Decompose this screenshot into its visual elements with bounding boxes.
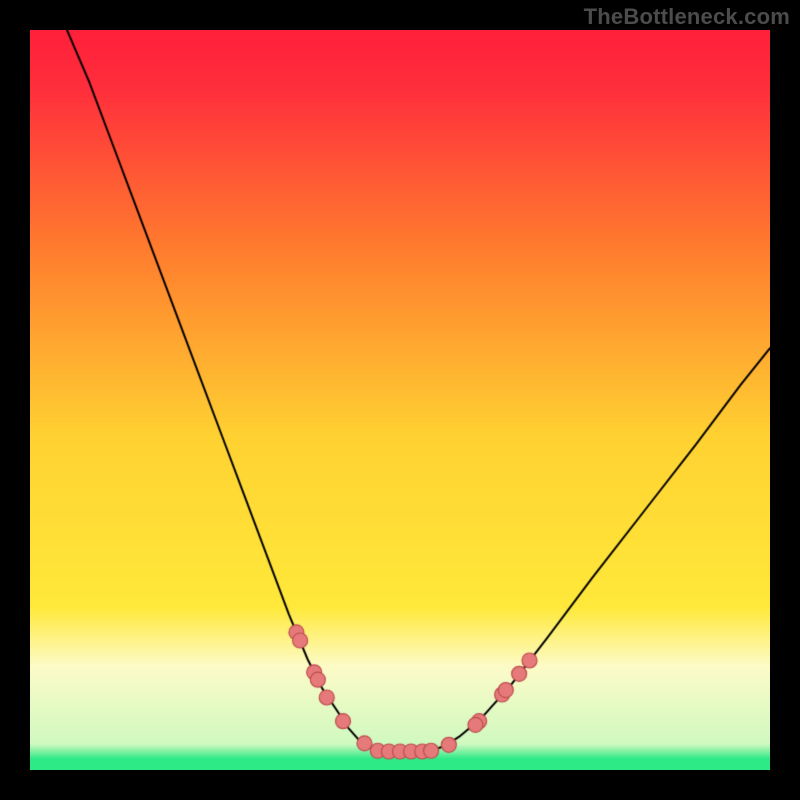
branding-watermark: TheBottleneck.com: [584, 4, 790, 30]
plot-area: [30, 30, 770, 770]
chart-frame: TheBottleneck.com: [0, 0, 800, 800]
data-markers: [30, 30, 770, 770]
